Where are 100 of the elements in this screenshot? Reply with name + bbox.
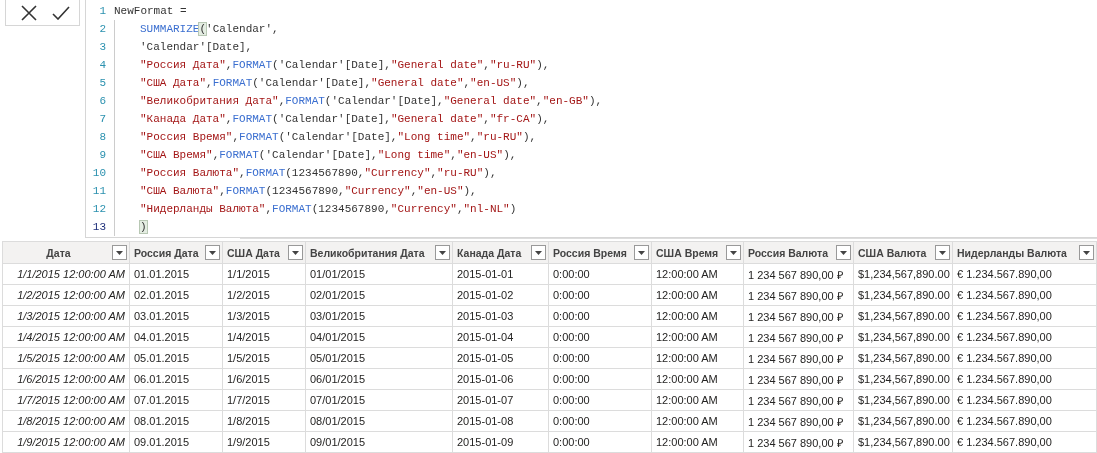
table-cell: 2015-01-01 — [452, 263, 549, 285]
close-icon — [21, 4, 37, 21]
table-cell: 2015-01-04 — [452, 326, 549, 348]
table-cell: € 1.234.567.890,00 — [952, 410, 1097, 432]
table-cell: 2015-01-05 — [452, 347, 549, 369]
caret-icon — [939, 250, 946, 255]
column-title: Россия Валюта — [748, 246, 828, 259]
filter-button[interactable] — [726, 245, 741, 260]
table-cell: 1/9/2015 12:00:00 AM — [2, 431, 130, 453]
table-cell: 1/9/2015 — [222, 431, 306, 453]
code-line: ) — [114, 218, 147, 236]
table-cell: 0:00:00 — [548, 305, 652, 327]
code-line: "Великобритания Дата",FORMAT('Calendar'[Date],"General date","en-GB"), — [114, 92, 603, 110]
line-number: 5 — [98, 77, 107, 89]
formula-editor[interactable] — [85, 0, 1097, 238]
table-cell: $1,234,567,890.00 — [853, 284, 953, 306]
table-cell: 12:00:00 AM — [651, 410, 744, 432]
table-cell: 12:00:00 AM — [651, 284, 744, 306]
filter-button[interactable] — [435, 245, 450, 260]
filter-button[interactable] — [935, 245, 950, 260]
table-cell: 01/01/2015 — [305, 263, 453, 285]
table-cell: 05.01.2015 — [129, 347, 223, 369]
caret-icon — [730, 250, 737, 255]
table-cell: € 1.234.567.890,00 — [952, 368, 1097, 390]
code-line: "Россия Валюта",FORMAT(1234567890,"Currency","ru-RU"), — [114, 164, 497, 182]
filter-button[interactable] — [531, 245, 546, 260]
column-title: Канада Дата — [457, 246, 522, 259]
line-number: 8 — [98, 131, 107, 143]
line-number: 13 — [91, 221, 107, 233]
table-cell: $1,234,567,890.00 — [853, 389, 953, 411]
table-cell: 12:00:00 AM — [651, 326, 744, 348]
table-cell: $1,234,567,890.00 — [853, 431, 953, 453]
table-cell: 0:00:00 — [548, 326, 652, 348]
caret-icon — [840, 250, 847, 255]
table-cell: 1/6/2015 12:00:00 AM — [2, 368, 130, 390]
table-cell: 1 234 567 890,00 ₽ — [743, 263, 854, 285]
table-cell: 1 234 567 890,00 ₽ — [743, 347, 854, 369]
table-cell: 06/01/2015 — [305, 368, 453, 390]
table-cell: € 1.234.567.890,00 — [952, 347, 1097, 369]
table-cell: € 1.234.567.890,00 — [952, 389, 1097, 411]
table-cell: 1/5/2015 — [222, 347, 306, 369]
table-cell: 1/4/2015 — [222, 326, 306, 348]
line-number: 4 — [98, 59, 107, 71]
table-cell: 0:00:00 — [548, 431, 652, 453]
filter-button[interactable] — [205, 245, 220, 260]
table-cell: 2015-01-08 — [452, 410, 549, 432]
code-line: "США Дата",FORMAT('Calendar'[Date],"General date","en-US"), — [114, 74, 530, 92]
table-cell: € 1.234.567.890,00 — [952, 305, 1097, 327]
line-number: 7 — [98, 113, 107, 125]
table-cell: 2015-01-07 — [452, 389, 549, 411]
table-cell: 12:00:00 AM — [651, 347, 744, 369]
table-cell: 0:00:00 — [548, 368, 652, 390]
line-number: 1 — [98, 5, 107, 17]
table-cell: 2015-01-03 — [452, 305, 549, 327]
table-cell: 05/01/2015 — [305, 347, 453, 369]
caret-icon — [535, 250, 542, 255]
caret-icon — [292, 250, 299, 255]
table-cell: $1,234,567,890.00 — [853, 305, 953, 327]
table-cell: 1 234 567 890,00 ₽ — [743, 410, 854, 432]
filter-button[interactable] — [836, 245, 851, 260]
table-cell: 03.01.2015 — [129, 305, 223, 327]
code-line: "Канада Дата",FORMAT('Calendar'[Date],"General date","fr-CA"), — [114, 110, 550, 128]
column-title: Россия Время — [553, 246, 627, 259]
column-title: США Время — [656, 246, 719, 259]
filter-button[interactable] — [1079, 245, 1094, 260]
table-cell: 1/3/2015 — [222, 305, 306, 327]
caret-icon — [439, 250, 446, 255]
table-cell: 0:00:00 — [548, 263, 652, 285]
table-cell: 1/1/2015 12:00:00 AM — [2, 263, 130, 285]
column-title: Нидерланды Валюта — [957, 246, 1067, 259]
table-cell: 1 234 567 890,00 ₽ — [743, 431, 854, 453]
table-cell: 12:00:00 AM — [651, 263, 744, 285]
table-cell: 09.01.2015 — [129, 431, 223, 453]
table-cell: $1,234,567,890.00 — [853, 263, 953, 285]
table-cell: 1/7/2015 12:00:00 AM — [2, 389, 130, 411]
table-cell: 1/3/2015 12:00:00 AM — [2, 305, 130, 327]
table-cell: € 1.234.567.890,00 — [952, 431, 1097, 453]
caret-icon — [209, 250, 216, 255]
table-cell: 2015-01-09 — [452, 431, 549, 453]
column-title: США Валюта — [858, 246, 927, 259]
table-cell: 1 234 567 890,00 ₽ — [743, 305, 854, 327]
line-number: 11 — [91, 185, 107, 197]
table-cell: 1/4/2015 12:00:00 AM — [2, 326, 130, 348]
table-cell: 01.01.2015 — [129, 263, 223, 285]
filter-button[interactable] — [634, 245, 649, 260]
table-cell: 1/1/2015 — [222, 263, 306, 285]
code-line: "Нидерланды Валюта",FORMAT(1234567890,"Currency","nl-NL") — [114, 200, 517, 218]
code-line: "США Время",FORMAT('Calendar'[Date],"Long time","en-US"), — [114, 146, 517, 164]
filter-button[interactable] — [112, 245, 127, 260]
table-cell: 12:00:00 AM — [651, 368, 744, 390]
table-cell: € 1.234.567.890,00 — [952, 326, 1097, 348]
table-cell: $1,234,567,890.00 — [853, 410, 953, 432]
table-cell: 1/2/2015 12:00:00 AM — [2, 284, 130, 306]
table-cell: 1 234 567 890,00 ₽ — [743, 368, 854, 390]
code-line: 'Calendar'[Date], — [114, 38, 253, 56]
table-cell: 1 234 567 890,00 ₽ — [743, 326, 854, 348]
table-cell: 03/01/2015 — [305, 305, 453, 327]
filter-button[interactable] — [288, 245, 303, 260]
table-cell: 1/5/2015 12:00:00 AM — [2, 347, 130, 369]
table-cell: 0:00:00 — [548, 389, 652, 411]
